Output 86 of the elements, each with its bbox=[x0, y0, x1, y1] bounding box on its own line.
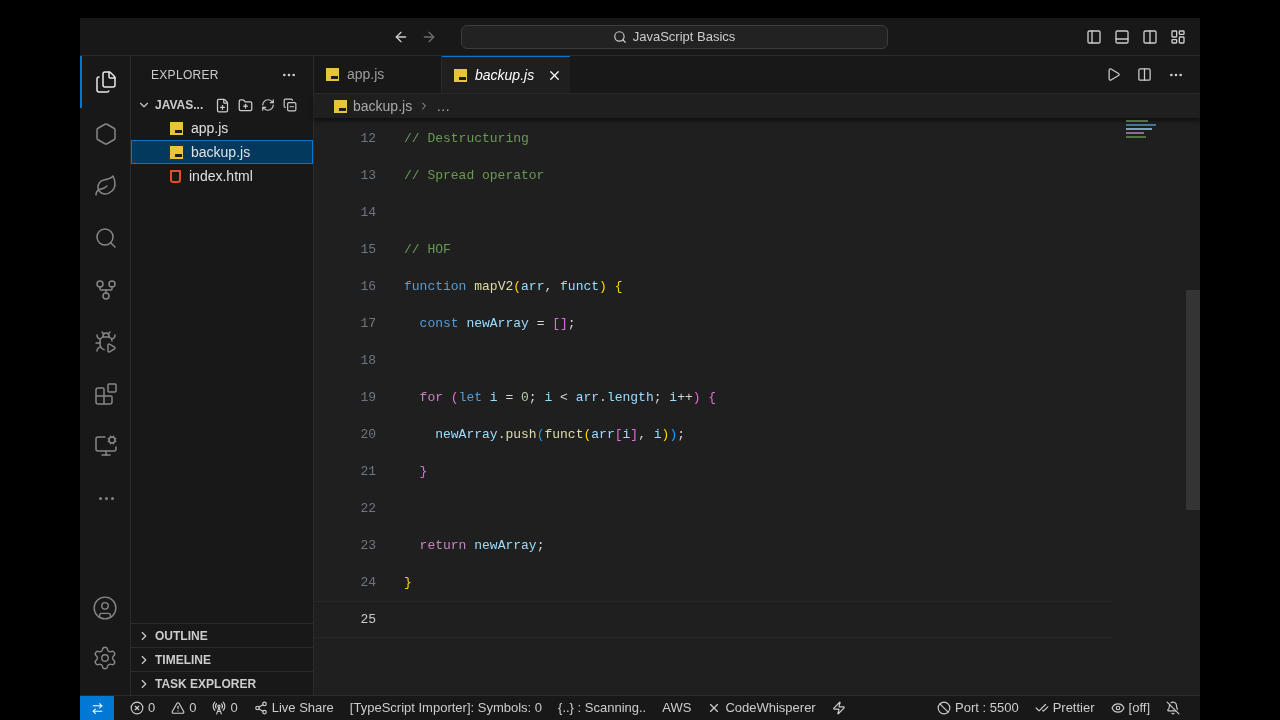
collapse-icon[interactable] bbox=[283, 97, 298, 112]
code-line: function mapV2(arr, funct) { bbox=[404, 278, 623, 294]
js-file-icon bbox=[170, 145, 183, 159]
command-search-field[interactable]: JavaScript Basics bbox=[460, 24, 888, 49]
line-number: 14 bbox=[359, 203, 376, 222]
source-control-icon bbox=[94, 278, 118, 302]
code-line: for (let i = 0; i < arr.length; i++) { bbox=[418, 389, 717, 405]
code-line: newArray.push(funct(arr[i], i)); bbox=[434, 426, 685, 442]
line-number: 17 bbox=[359, 314, 376, 333]
search-icon bbox=[94, 226, 118, 250]
extensions-icon bbox=[94, 382, 118, 406]
status-item[interactable]: [TypeScript Importer]: Symbols: 0 bbox=[349, 698, 543, 718]
file-tree-item[interactable]: app.js bbox=[131, 116, 313, 140]
line-number: 24 bbox=[359, 573, 376, 592]
code-line: const newArray = []; bbox=[418, 315, 576, 331]
files-icon bbox=[94, 70, 118, 94]
sidebar-title: EXPLORER bbox=[151, 67, 219, 84]
hexagon-icon bbox=[94, 122, 118, 146]
js-file-icon bbox=[170, 121, 183, 135]
file-tree-item[interactable]: backup.js bbox=[131, 140, 313, 164]
sidebar-section-header[interactable]: OUTLINE bbox=[131, 623, 313, 647]
code-line: } bbox=[404, 574, 412, 590]
code-line: return newArray; bbox=[418, 537, 545, 553]
js-file-icon bbox=[454, 68, 467, 82]
html-file-icon bbox=[170, 169, 181, 183]
lightning-icon bbox=[831, 701, 846, 715]
more-icon bbox=[98, 496, 114, 500]
js-file-icon bbox=[326, 68, 339, 81]
panel-bottom-icon[interactable] bbox=[1114, 28, 1130, 45]
status-item[interactable]: 0 bbox=[148, 698, 156, 718]
bell-off-icon bbox=[1166, 701, 1180, 715]
settings-icon[interactable] bbox=[92, 645, 118, 671]
status-item[interactable]: 0 bbox=[189, 698, 197, 718]
sidebar-section-header[interactable]: TIMELINE bbox=[131, 647, 313, 671]
line-number: 15 bbox=[359, 240, 376, 259]
layout-icon[interactable] bbox=[1170, 28, 1186, 45]
line-number: 22 bbox=[359, 499, 376, 518]
breadcrumb-file[interactable]: backup.js bbox=[353, 95, 413, 117]
run-icon[interactable] bbox=[1106, 66, 1121, 82]
editor-tab[interactable]: backup.js bbox=[442, 56, 570, 93]
line-number: 13 bbox=[359, 166, 376, 185]
panel-left-icon[interactable] bbox=[1086, 28, 1102, 45]
remote-button[interactable] bbox=[80, 696, 114, 720]
run-debug-icon bbox=[94, 330, 118, 354]
line-number: 23 bbox=[359, 536, 376, 555]
line-number: 12 bbox=[359, 129, 376, 148]
status-item[interactable]: Port : 5500 bbox=[955, 698, 1019, 718]
double-check-icon bbox=[1034, 701, 1049, 715]
antenna-icon bbox=[212, 701, 227, 715]
new-file-icon[interactable] bbox=[215, 97, 231, 113]
status-item[interactable]: Prettier bbox=[1052, 698, 1095, 718]
scrollbar-thumb[interactable] bbox=[1186, 290, 1200, 510]
refresh-icon[interactable] bbox=[261, 97, 276, 112]
panel-right-icon[interactable] bbox=[1142, 28, 1158, 45]
js-file-icon bbox=[334, 99, 347, 113]
breadcrumb-more[interactable]: … bbox=[436, 95, 451, 117]
status-item[interactable]: 0 bbox=[230, 698, 238, 718]
split-editor-icon[interactable] bbox=[1137, 66, 1152, 82]
code-line: // Destructuring bbox=[404, 130, 529, 146]
status-item[interactable]: Live Share bbox=[271, 698, 334, 718]
search-icon bbox=[612, 29, 627, 44]
code-line: // Spread operator bbox=[404, 167, 545, 183]
line-number: 20 bbox=[359, 425, 376, 444]
status-item[interactable]: AWS bbox=[662, 698, 692, 718]
code-line: } bbox=[418, 463, 428, 479]
share-icon bbox=[253, 701, 268, 715]
line-number: 18 bbox=[359, 351, 376, 370]
status-item[interactable]: [off] bbox=[1128, 698, 1150, 718]
code-line: // HOF bbox=[404, 241, 451, 257]
eye-icon bbox=[1110, 701, 1125, 715]
remote-icon bbox=[90, 701, 104, 715]
line-number: 25 bbox=[359, 610, 376, 629]
account-icon[interactable] bbox=[92, 595, 118, 621]
error-icon bbox=[130, 701, 144, 715]
line-number: 19 bbox=[359, 388, 376, 407]
new-folder-icon[interactable] bbox=[238, 97, 254, 113]
monitor-icon bbox=[94, 434, 118, 458]
status-item[interactable]: {..} : Scanning.. bbox=[558, 698, 647, 718]
line-number: 16 bbox=[359, 277, 376, 296]
ban-icon bbox=[937, 701, 952, 715]
folder-name[interactable]: JAVAS... bbox=[155, 96, 204, 114]
warning-icon bbox=[171, 701, 186, 715]
leaf-icon bbox=[94, 174, 118, 198]
line-number: 21 bbox=[359, 462, 376, 481]
file-tree-item[interactable]: index.html bbox=[131, 164, 313, 188]
status-item[interactable]: CodeWhisperer bbox=[725, 698, 816, 718]
